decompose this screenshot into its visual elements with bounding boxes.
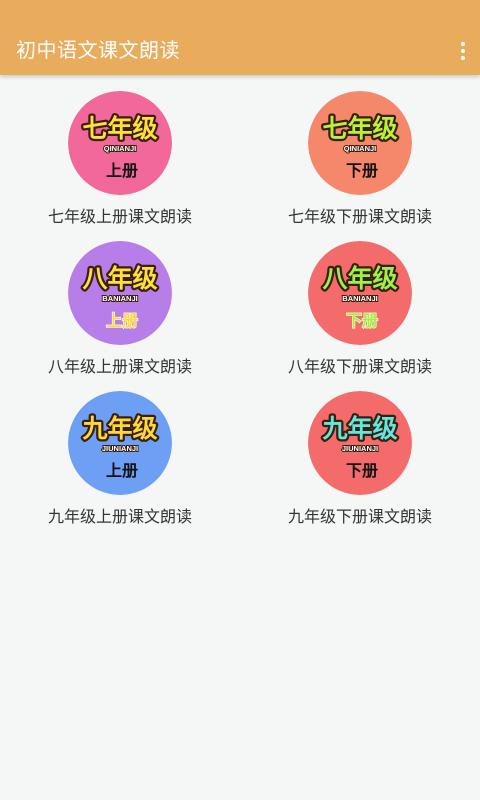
badge-pinyin-text: QINIANJI: [344, 144, 377, 153]
book-item-grade8-vol2[interactable]: 八年级 BANIANJI 下册 八年级下册课文朗读: [240, 241, 480, 391]
badge-grade-text: 八年级: [322, 264, 397, 293]
badge-volume-text: 上册: [106, 161, 138, 180]
book-item-grade9-vol2[interactable]: 九年级 JIUNIANJI 下册 九年级下册课文朗读: [240, 391, 480, 541]
badge-pinyin-text: BANIANJI: [342, 294, 377, 303]
badge-graphic: 八年级BANIANJI 上册: [68, 241, 172, 345]
book-item-label: 八年级下册课文朗读: [287, 357, 432, 376]
book-cover-icon: 八年级 BANIANJI 上册: [68, 241, 172, 345]
more-vert-icon[interactable]: [460, 42, 466, 60]
badge-volume-text: 下册: [346, 161, 378, 180]
book-cover-icon: 七年级 QINIANJI 下册: [308, 91, 412, 195]
book-item-grade8-vol1[interactable]: 八年级 BANIANJI 上册 八年级上册课文朗读: [0, 241, 240, 391]
app-bar: 初中语文课文朗读: [0, 0, 480, 75]
badge-pinyin-text: QINIANJI: [104, 144, 137, 153]
book-item-label: 九年级上册课文朗读: [47, 507, 192, 526]
badge-pinyin-text: BANIANJI: [102, 294, 137, 303]
badge-volume-text: 下册: [346, 461, 378, 480]
book-cover-icon: 九年级 JIUNIANJI 上册: [68, 391, 172, 495]
book-item-grade7-vol1[interactable]: 七年级 QINIANJI 上册 七年级上册课文朗读: [0, 91, 240, 241]
badge-graphic: 九年级JIUNIANJI 下册: [308, 391, 412, 495]
badge-grade-text: 七年级: [322, 114, 397, 143]
book-item-label: 七年级下册课文朗读: [287, 207, 432, 226]
badge-graphic: 七年级QINIANJI 上册: [68, 91, 172, 195]
app-title: 初中语文课文朗读: [16, 38, 180, 62]
badge-pinyin-text: JIUNIANJI: [102, 444, 138, 453]
badge-graphic: 八年级BANIANJI 下册: [308, 241, 412, 345]
badge-volume-text: 上册: [106, 461, 138, 480]
book-item-grade9-vol1[interactable]: 九年级 JIUNIANJI 上册 九年级上册课文朗读: [0, 391, 240, 541]
book-cover-icon: 九年级 JIUNIANJI 下册: [308, 391, 412, 495]
badge-grade-text: 八年级: [82, 264, 157, 293]
book-item-grade7-vol2[interactable]: 七年级 QINIANJI 下册 七年级下册课文朗读: [240, 91, 480, 241]
book-item-label: 九年级下册课文朗读: [287, 507, 432, 526]
badge-grade-text: 九年级: [81, 414, 157, 443]
badge-grade-text: 九年级: [321, 414, 397, 443]
badge-grade-text: 七年级: [82, 114, 157, 143]
badge-graphic: 七年级QINIANJI 下册: [308, 91, 412, 195]
badge-volume-text: 下册: [346, 311, 378, 330]
badge-volume-text: 上册: [106, 311, 138, 330]
book-cover-icon: 七年级 QINIANJI 上册: [68, 91, 172, 195]
badge-pinyin-text: JIUNIANJI: [342, 444, 378, 453]
book-item-label: 七年级上册课文朗读: [47, 207, 192, 226]
book-item-label: 八年级上册课文朗读: [47, 357, 192, 376]
badge-graphic: 九年级JIUNIANJI 上册: [68, 391, 172, 495]
book-cover-icon: 八年级 BANIANJI 下册: [308, 241, 412, 345]
